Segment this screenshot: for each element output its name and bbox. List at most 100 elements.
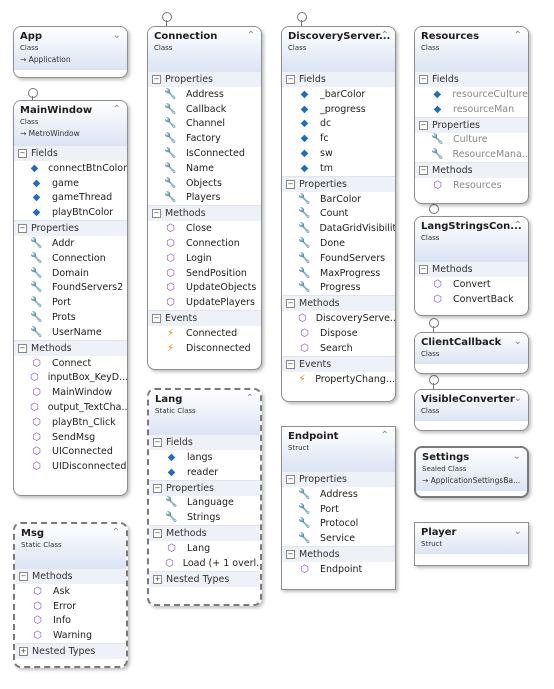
member-item[interactable]: 🔧 Address <box>282 487 395 502</box>
collapse-section-icon[interactable]: − <box>286 179 295 189</box>
collapse-chevron-icon[interactable]: ⌃ <box>247 30 255 41</box>
member-item[interactable]: 🔧 Prots <box>14 310 127 325</box>
member-item[interactable]: ⬡ Warning <box>15 628 126 643</box>
member-item[interactable]: ⬡ DiscoveryServe... <box>282 311 395 326</box>
section-events[interactable]: − Events <box>148 310 261 327</box>
type-shape-settings[interactable]: Settings Sealed Class → ApplicationSetting… <box>414 446 529 498</box>
type-shape-clientcallback[interactable]: ClientCallback Class ⌄ <box>414 332 529 374</box>
collapse-section-icon[interactable]: − <box>419 120 428 130</box>
member-item[interactable]: ◆ game <box>14 176 127 191</box>
section-nested-types[interactable]: + Nested Types <box>15 643 126 660</box>
member-item[interactable]: ◆ fc <box>282 131 395 146</box>
section-methods[interactable]: − Methods <box>14 339 127 356</box>
type-header[interactable]: DiscoveryServer... Class ⌃ <box>282 27 395 71</box>
member-item[interactable]: 🔧 Protocol <box>282 517 395 532</box>
member-item[interactable]: 🔧 Port <box>282 502 395 517</box>
type-shape-discovery[interactable]: DiscoveryServer... Class ⌃ − Fields ◆ _barColo… <box>281 26 396 402</box>
collapse-section-icon[interactable]: − <box>286 550 295 560</box>
collapse-chevron-icon[interactable]: ⌃ <box>514 30 522 41</box>
member-item[interactable]: 🔧 Done <box>282 236 395 251</box>
member-item[interactable]: ⬡ UIConnected <box>14 445 127 460</box>
type-header[interactable]: ClientCallback Class ⌄ <box>415 333 528 364</box>
section-properties[interactable]: − Properties <box>282 175 395 192</box>
type-header[interactable]: MainWindow Class → MetroWindow ⌃ <box>14 101 127 145</box>
expand-chevron-icon[interactable]: ⌄ <box>514 393 522 404</box>
member-item[interactable]: 🔧 Culture <box>415 133 528 148</box>
member-item[interactable]: ◆ _progress <box>282 102 395 117</box>
member-item[interactable]: 🔧 Address <box>148 87 261 102</box>
section-methods[interactable]: − Methods <box>282 546 395 563</box>
expand-section-icon[interactable]: + <box>19 647 28 657</box>
collapse-section-icon[interactable]: − <box>18 343 27 353</box>
expand-chevron-icon[interactable]: ⌄ <box>514 336 522 347</box>
collapse-section-icon[interactable]: − <box>419 166 428 176</box>
member-item[interactable]: 🔧 Port <box>14 295 127 310</box>
member-item[interactable]: 🔧 Objects <box>148 176 261 191</box>
member-item[interactable]: 🔧 Strings <box>149 510 260 525</box>
member-item[interactable]: 🔧 Name <box>148 161 261 176</box>
member-item[interactable]: ⬡ output_TextCha... <box>14 400 127 415</box>
member-item[interactable]: 🔧 FoundServers2 <box>14 281 127 296</box>
type-shape-lang[interactable]: Lang Static Class ⌃ − Fields ◆ langs ◆ reader − Pr… <box>147 388 262 606</box>
type-shape-app[interactable]: App Class → Application ⌄ <box>13 26 128 78</box>
member-item[interactable]: ⬡ Login <box>148 251 261 266</box>
type-shape-connection[interactable]: Connection Class ⌃ − Properties 🔧 Address 🔧 Call… <box>147 26 262 370</box>
member-item[interactable]: ◆ resourceCulture <box>415 87 528 102</box>
collapse-section-icon[interactable]: − <box>153 438 162 447</box>
type-header[interactable]: LangStringsCon... Class ⌃ <box>415 217 528 261</box>
section-properties[interactable]: − Properties <box>14 220 127 237</box>
section-properties[interactable]: − Properties <box>415 116 528 133</box>
member-item[interactable]: 🔧 ResourceMana... <box>415 147 528 162</box>
member-item[interactable]: ⬡ Resources <box>415 178 528 193</box>
section-nested-types[interactable]: + Nested Types <box>149 570 260 587</box>
section-events[interactable]: − Events <box>282 355 395 372</box>
type-header[interactable]: Player Struct ⌄ <box>415 523 528 554</box>
collapse-section-icon[interactable]: − <box>286 75 295 84</box>
type-shape-endpoint[interactable]: Endpoint Struct ⌃ − Properties 🔧 Address 🔧 Port 🔧… <box>281 426 396 590</box>
member-item[interactable]: ◆ dc <box>282 117 395 132</box>
member-item[interactable]: 🔧 BarColor <box>282 192 395 207</box>
collapse-section-icon[interactable]: − <box>152 314 161 324</box>
member-item[interactable]: 🔧 DataGridVisibility <box>282 221 395 236</box>
member-item[interactable]: ⬡ Info <box>15 614 126 629</box>
member-item[interactable]: ⬡ Ask <box>15 584 126 599</box>
member-item[interactable]: 🔧 Factory <box>148 131 261 146</box>
collapse-section-icon[interactable]: − <box>152 75 161 84</box>
member-item[interactable]: 🔧 Language <box>149 496 260 511</box>
section-fields[interactable]: − Fields <box>415 71 528 87</box>
member-item[interactable]: ◆ playBtnColor <box>14 205 127 220</box>
section-methods[interactable]: − Methods <box>149 525 260 542</box>
member-item[interactable]: ⬡ Error <box>15 599 126 614</box>
type-header[interactable]: Endpoint Struct ⌃ <box>282 427 395 471</box>
member-item[interactable]: ⬡ SendMsg <box>14 430 127 445</box>
member-item[interactable]: ⚡ Connected <box>148 326 261 341</box>
type-shape-player[interactable]: Player Struct ⌄ <box>414 522 529 566</box>
collapse-section-icon[interactable]: − <box>152 209 161 219</box>
collapse-section-icon[interactable]: − <box>286 299 295 309</box>
expand-section-icon[interactable]: + <box>153 574 162 584</box>
member-item[interactable]: ⬡ Search <box>282 341 395 356</box>
collapse-chevron-icon[interactable]: ⌃ <box>381 430 389 441</box>
member-item[interactable]: ⬡ Dispose <box>282 326 395 341</box>
collapse-chevron-icon[interactable]: ⌃ <box>381 30 389 41</box>
collapse-section-icon[interactable]: − <box>18 149 27 158</box>
member-item[interactable]: ◆ langs <box>149 450 260 465</box>
type-shape-langstrings[interactable]: LangStringsCon... Class ⌃ − Methods ⬡ Convert ⬡… <box>414 216 529 316</box>
member-item[interactable]: 🔧 Callback <box>148 102 261 117</box>
section-methods[interactable]: − Methods <box>148 205 261 222</box>
type-shape-resources[interactable]: Resources Class ⌃ − Fields ◆ resourceCulture ◆ r… <box>414 26 529 204</box>
collapse-chevron-icon[interactable]: ⌃ <box>113 104 121 115</box>
member-item[interactable]: ⬡ Close <box>148 221 261 236</box>
collapse-section-icon[interactable]: − <box>419 75 428 84</box>
type-shape-visibleconverter[interactable]: VisibleConverter Class ⌄ <box>414 389 529 431</box>
type-header[interactable]: Lang Static Class ⌃ <box>149 390 260 434</box>
member-item[interactable]: ⬡ inputBox_KeyD... <box>14 371 127 386</box>
type-header[interactable]: VisibleConverter Class ⌄ <box>415 390 528 421</box>
member-item[interactable]: 🔧 Progress <box>282 281 395 296</box>
type-header[interactable]: Settings Sealed Class → ApplicationSetting… <box>416 448 527 491</box>
member-item[interactable]: 🔧 Players <box>148 191 261 206</box>
type-shape-msg[interactable]: Msg Static Class ⌃ − Methods ⬡ Ask ⬡ Error ⬡ Info ⬡… <box>13 522 128 668</box>
member-item[interactable]: ⬡ UpdatePlayers <box>148 295 261 310</box>
type-header[interactable]: Msg Static Class ⌃ <box>15 524 126 568</box>
collapse-chevron-icon[interactable]: ⌃ <box>514 220 522 231</box>
